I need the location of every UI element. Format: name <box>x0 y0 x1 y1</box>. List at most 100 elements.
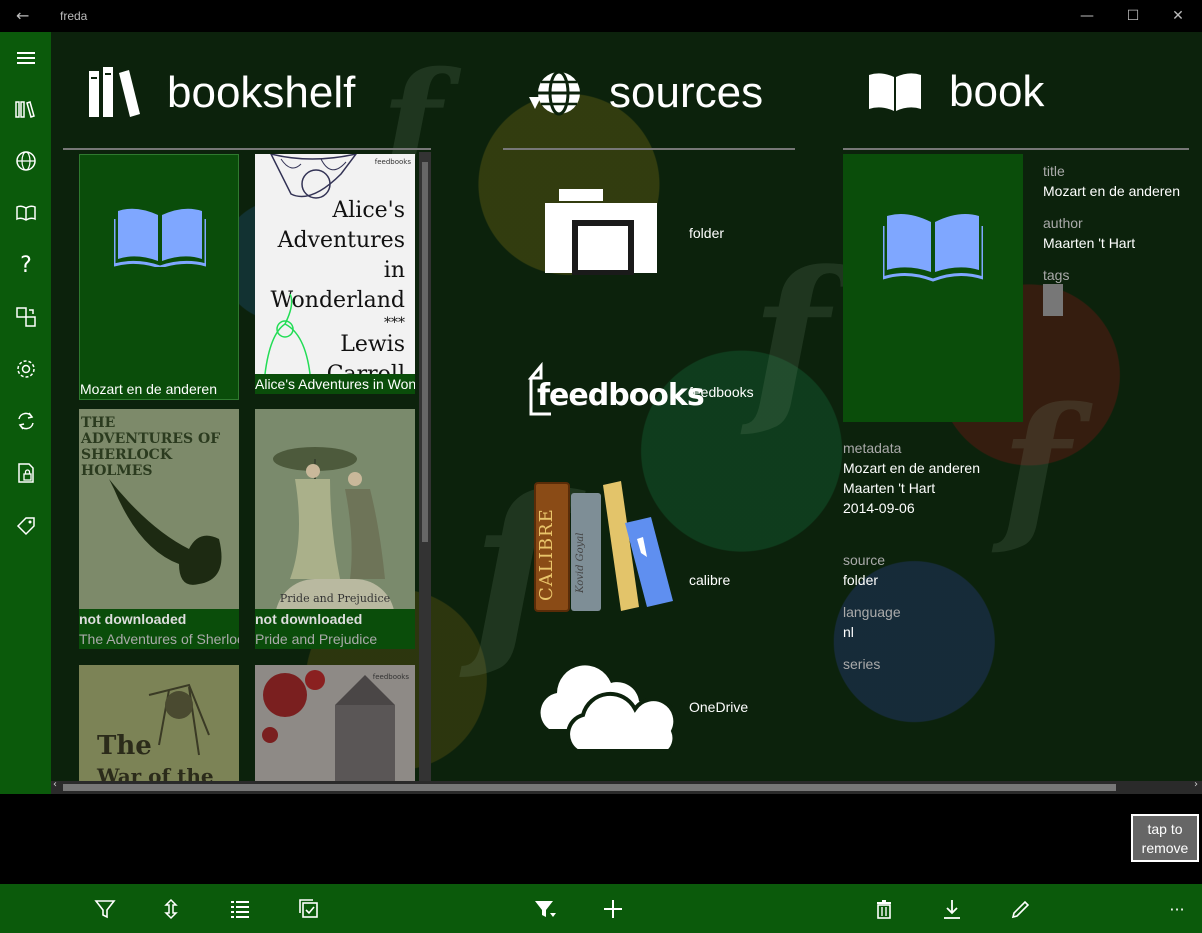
minimize-icon[interactable]: — <box>1064 4 1110 28</box>
source-folder[interactable]: folder <box>527 187 767 287</box>
select-items-icon[interactable] <box>296 896 322 922</box>
book-tile[interactable]: feedbooks Alice's Adventures in Wonderla… <box>255 154 415 394</box>
title-value: Mozart en de anderen <box>1043 183 1180 199</box>
scroll-right-icon[interactable]: › <box>1194 779 1198 790</box>
metadata-label: metadata <box>843 440 902 456</box>
bookshelf-divider <box>63 148 431 150</box>
back-arrow-icon[interactable]: ← <box>16 6 29 25</box>
book-tile[interactable]: Mozart en de anderen <box>79 154 239 400</box>
globe-nav-icon[interactable] <box>12 147 40 175</box>
source-onedrive[interactable]: OneDrive <box>527 657 767 757</box>
hamburger-menu-icon[interactable] <box>12 44 40 72</box>
feedbooks-badge: feedbooks <box>374 158 411 166</box>
book-caption: The Adventures of Sherlock Holmes <box>79 629 239 649</box>
notification-area <box>0 794 1202 884</box>
help-icon[interactable]: ? <box>12 251 40 279</box>
sources-header: sources <box>527 67 763 119</box>
main-panel: f f f f bookshelf sources book Mozart en… <box>51 32 1202 794</box>
book-caption: Alice's Adventures in Wonderland <box>255 374 415 394</box>
transfer-icon[interactable] <box>12 303 40 331</box>
more-options-icon[interactable]: ··· <box>1164 896 1190 922</box>
tags-input[interactable] <box>1043 284 1063 316</box>
rabbit-illustration <box>264 294 311 374</box>
series-label: series <box>843 656 881 672</box>
scroll-thumb[interactable] <box>63 784 1116 791</box>
source-label: source <box>843 552 886 568</box>
bookshelf-scrollbar[interactable] <box>419 152 431 782</box>
feedbooks-badge: feedbooks <box>372 673 409 681</box>
window-title: freda <box>60 9 88 23</box>
sync-icon[interactable] <box>12 407 40 435</box>
bookshelf-title: bookshelf <box>167 68 356 117</box>
maximize-icon[interactable]: ☐ <box>1110 4 1156 28</box>
bookshelf-header-icon <box>89 67 140 117</box>
filter-dropdown-icon[interactable] <box>532 896 558 922</box>
lock-document-icon[interactable] <box>12 459 40 487</box>
book-caption: Pride and Prejudice <box>255 629 415 649</box>
source-name: OneDrive <box>689 699 749 715</box>
book-tile[interactable]: The War of the <box>79 665 239 782</box>
open-book-icon <box>883 214 983 282</box>
book-header: book <box>867 67 1044 117</box>
metadata-title: Mozart en de anderen <box>843 460 980 476</box>
scroll-left-icon[interactable]: ‹ <box>53 779 57 790</box>
download-icon[interactable] <box>939 896 965 922</box>
language-value: nl <box>843 624 854 640</box>
author-value: Maarten 't Hart <box>1043 235 1136 251</box>
source-name: feedbooks <box>689 384 754 400</box>
sort-icon[interactable] <box>158 896 184 922</box>
bookshelf-nav-icon[interactable] <box>12 95 40 123</box>
edit-pencil-icon[interactable] <box>1008 896 1034 922</box>
language-label: language <box>843 604 901 620</box>
book-caption: Mozart en de anderen <box>80 381 217 397</box>
book-nav-icon[interactable] <box>12 199 40 227</box>
war-cover-text: The War of the <box>97 731 214 782</box>
calibre-logo-icon <box>534 481 673 612</box>
source-value: folder <box>843 572 879 588</box>
book-status: not downloaded <box>79 609 239 629</box>
metadata-date: 2014-09-06 <box>843 500 915 516</box>
tap-to-remove-button[interactable]: tap to remove <box>1131 814 1199 862</box>
book-tile[interactable]: Pride and Prejudice not downloaded Pride… <box>255 409 415 649</box>
book-title-header: book <box>949 67 1045 116</box>
book-tile[interactable]: THE ADVENTURES OF SHERLOCK HOLMES not do… <box>79 409 239 649</box>
close-icon[interactable]: ✕ <box>1155 4 1201 28</box>
author-label: author <box>1043 215 1083 231</box>
sources-title: sources <box>609 68 764 117</box>
open-book-icon <box>114 208 206 267</box>
book-divider <box>843 148 1189 150</box>
pride-illustration <box>273 447 385 579</box>
source-feedbooks[interactable]: feedbooks feedbooks <box>527 362 767 422</box>
list-view-icon[interactable] <box>227 896 253 922</box>
source-name: folder <box>689 225 725 241</box>
pipe-illustration <box>109 479 222 585</box>
onedrive-cloud-icon <box>540 665 678 753</box>
source-calibre[interactable]: CALIBRE Kovid Goyal calibre <box>527 477 767 617</box>
delete-icon[interactable] <box>871 896 897 922</box>
title-label: title <box>1043 163 1065 179</box>
globe-download-icon <box>529 70 580 116</box>
tags-label: tags <box>1043 267 1070 283</box>
sources-divider <box>503 148 795 150</box>
app-bar: ··· <box>0 884 1202 933</box>
horizontal-scrollbar[interactable]: ‹ › <box>51 779 1202 794</box>
book-tile[interactable]: feedbooks <box>255 665 415 782</box>
metadata-author: Maarten 't Hart <box>843 480 936 496</box>
feedbooks-logo-text: feedbooks <box>537 378 705 413</box>
title-bar: ← freda — ☐ ✕ <box>0 0 1202 32</box>
scroll-thumb[interactable] <box>422 162 428 542</box>
sidebar: ? <box>0 32 51 794</box>
add-icon[interactable] <box>600 896 626 922</box>
settings-gear-icon[interactable] <box>12 355 40 383</box>
dracula-illustration <box>262 670 395 782</box>
calibre-logo-word: CALIBRE <box>536 508 557 601</box>
filter-icon[interactable] <box>92 896 118 922</box>
book-cover-preview <box>843 154 1023 422</box>
bookshelf-header: bookshelf <box>87 67 355 119</box>
calibre-logo-author: Kovid Goyal <box>575 532 586 593</box>
open-book-header-icon <box>869 73 921 111</box>
folder-icon <box>545 189 657 275</box>
tag-icon[interactable] <box>12 511 40 539</box>
source-name: calibre <box>689 572 731 588</box>
book-status: not downloaded <box>255 609 415 629</box>
